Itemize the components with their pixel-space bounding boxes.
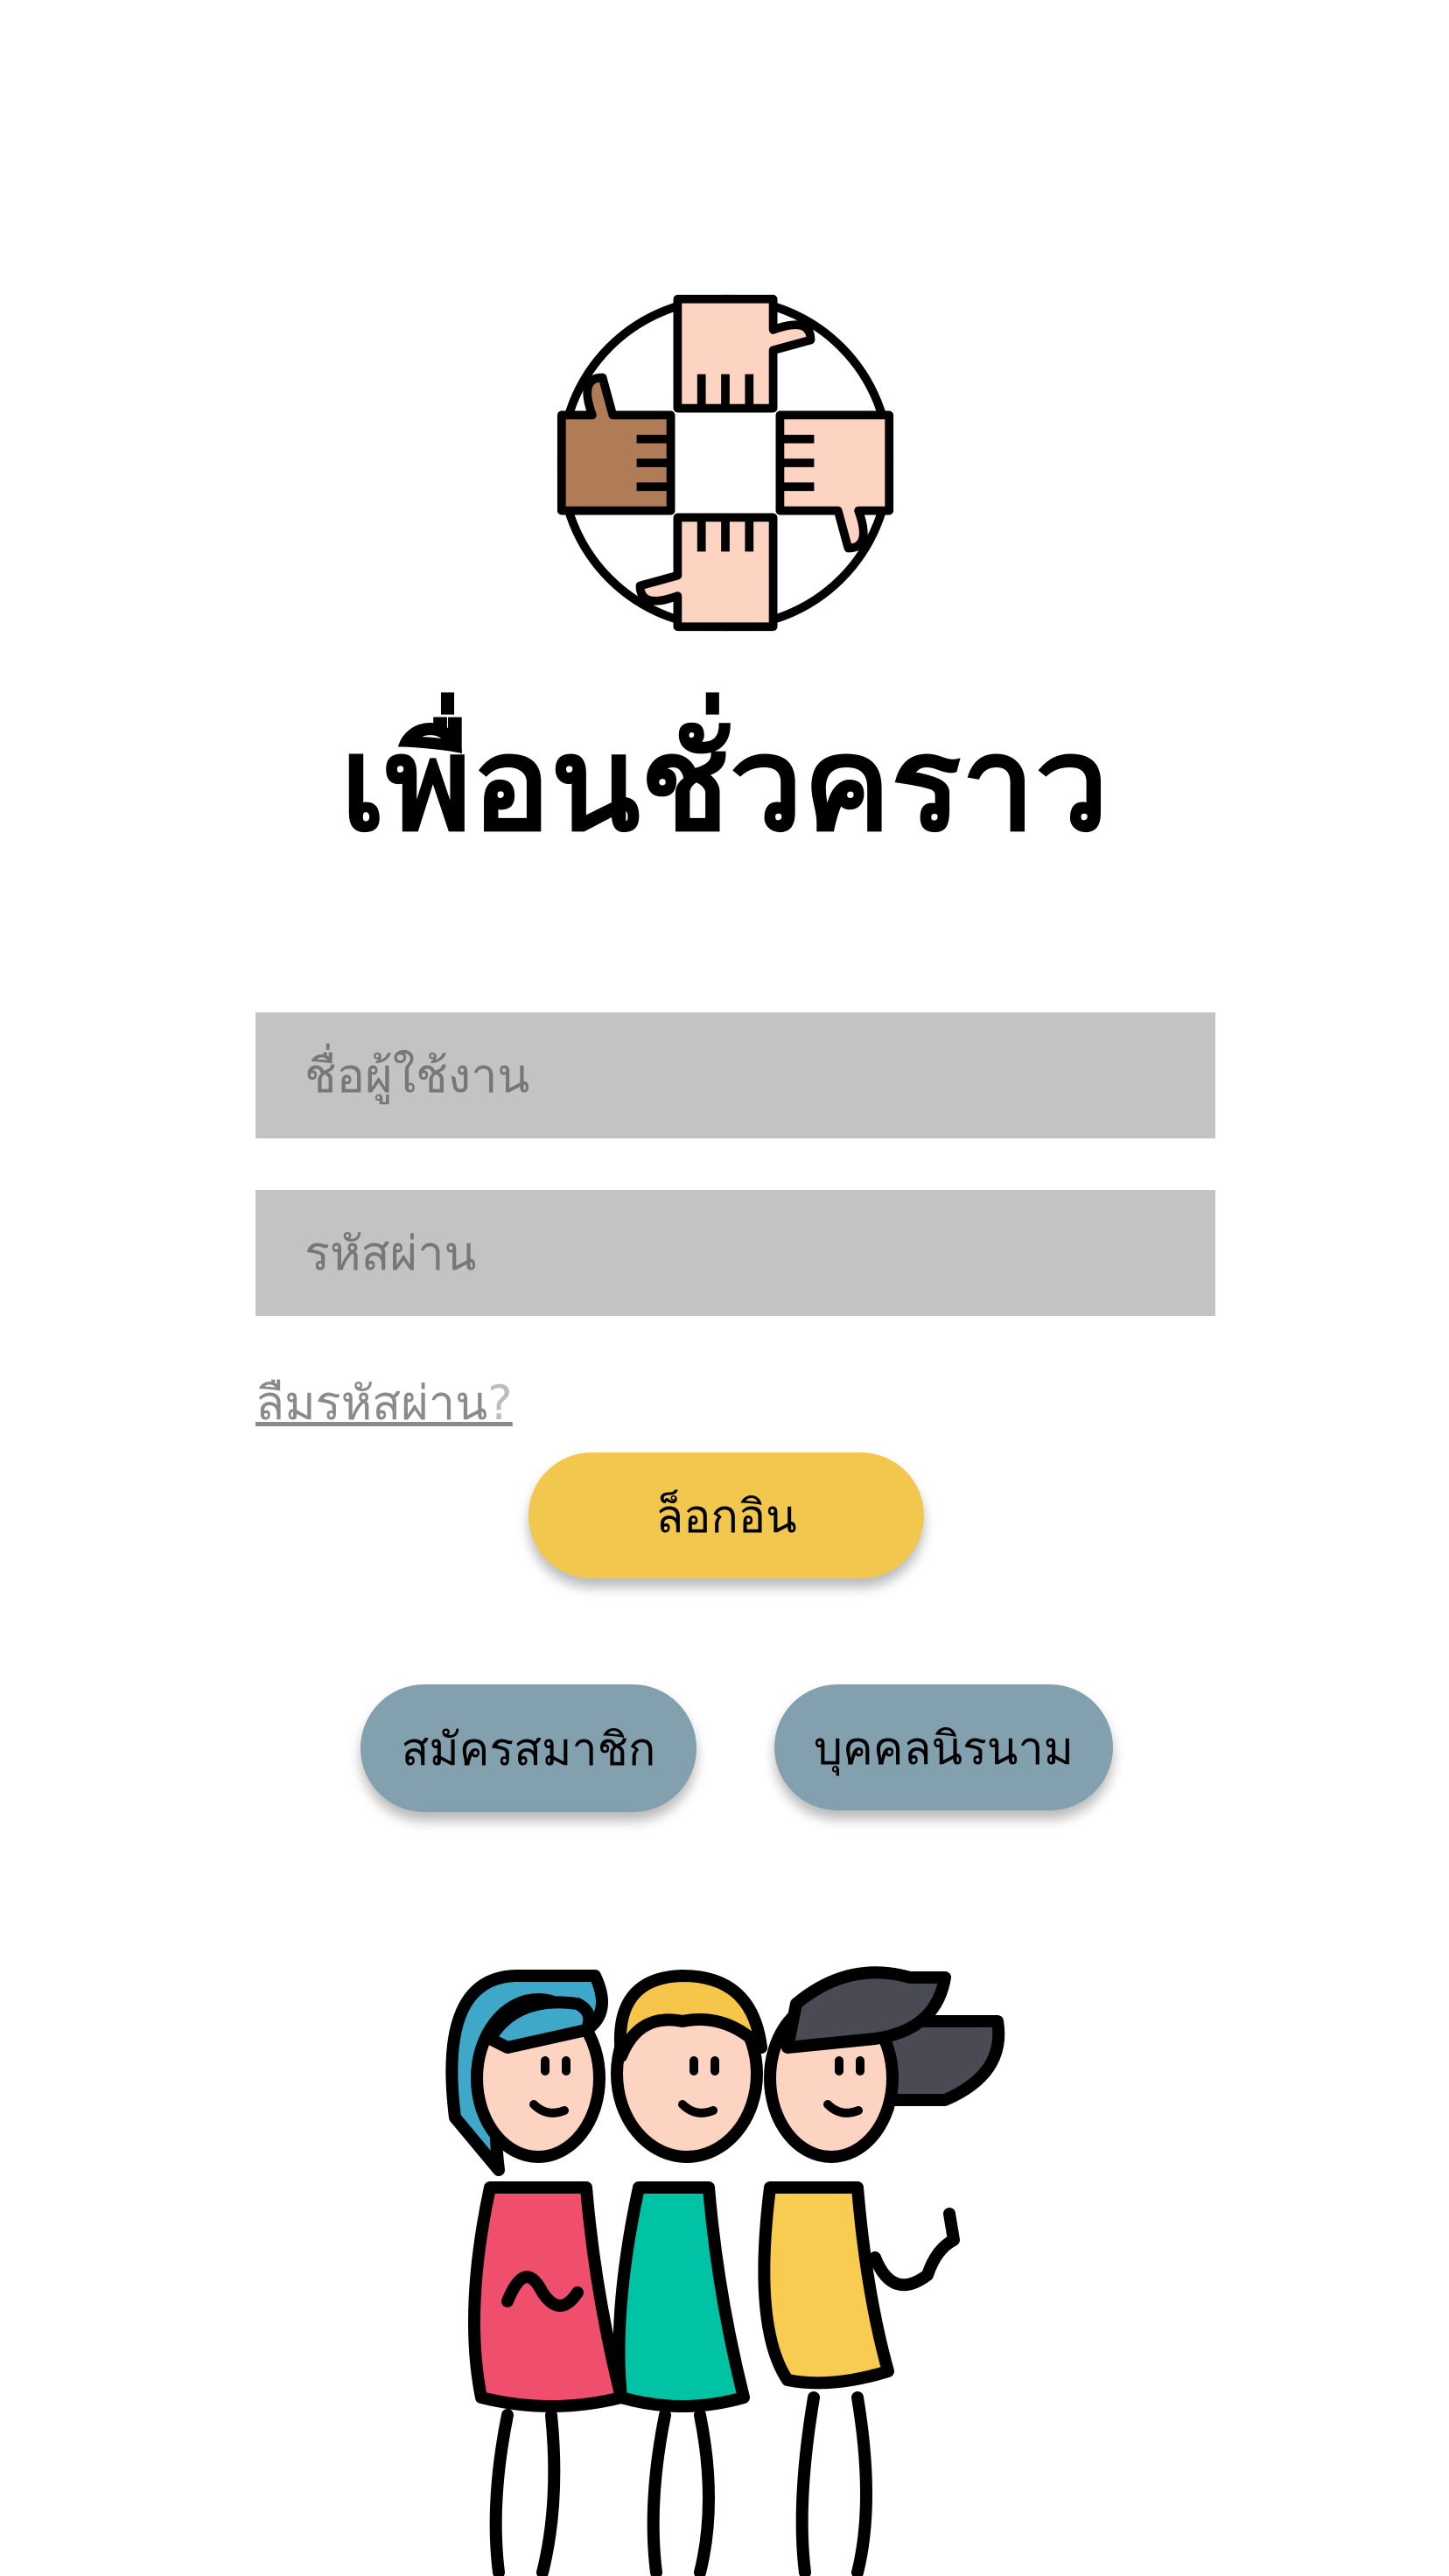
signup-button[interactable]: สมัครสมาชิก	[360, 1684, 696, 1812]
username-input[interactable]	[256, 1012, 1215, 1138]
forgot-password-link[interactable]: ลืมรหัสผ่าน?	[256, 1365, 513, 1440]
four-hands-circle-icon	[556, 294, 894, 632]
forgot-password-label: ลืมรหัสผ่าน	[256, 1376, 488, 1431]
login-button[interactable]: ล็อกอิน	[528, 1452, 924, 1578]
app-title: เพื่อนชั่วคราว	[340, 709, 1110, 861]
three-friends-illustration	[445, 1966, 1005, 2576]
password-input[interactable]	[256, 1190, 1215, 1316]
question-mark: ?	[487, 1376, 513, 1431]
guest-button[interactable]: บุคคลนิรนาม	[774, 1684, 1113, 1810]
